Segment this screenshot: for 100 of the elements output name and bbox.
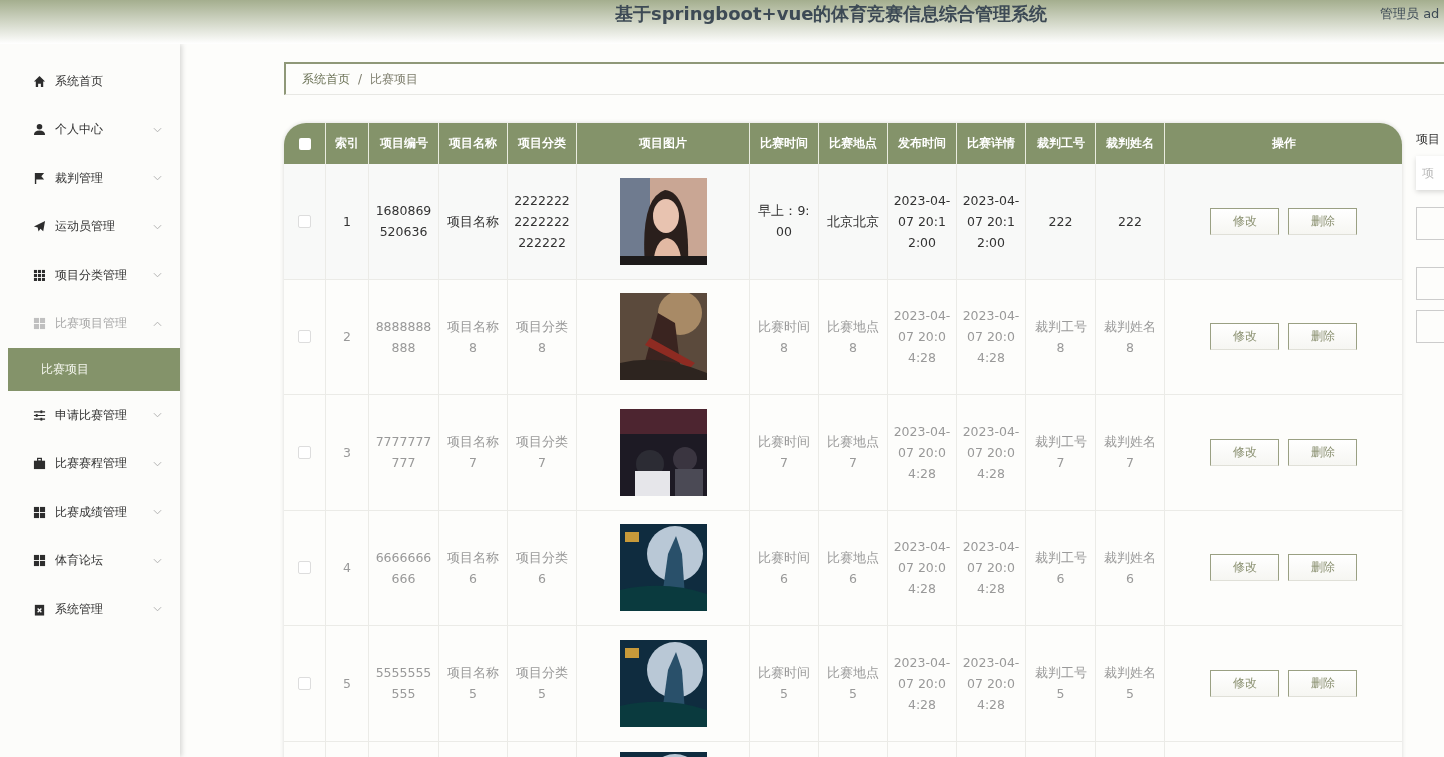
table-cell-text: 2023-04-07 20:12:00: [962, 191, 1020, 252]
chevron-icon: [153, 223, 162, 230]
row-checkbox[interactable]: [298, 330, 311, 344]
submenu-item[interactable]: 比赛项目: [8, 348, 180, 391]
table-cell-text: 6666666666: [374, 548, 433, 588]
table-cell-text: 项目名称7: [446, 433, 500, 473]
table-cell-text: 2023-04-07 20:04:28: [893, 653, 951, 714]
table-cell-text: 比赛时间8: [757, 317, 811, 357]
table-cell-text: 裁判工号5: [1033, 664, 1088, 704]
action-button[interactable]: 修改: [1210, 669, 1279, 697]
table-cell-text: 2023-04-07 20:04:28: [962, 422, 1020, 483]
action-button[interactable]: 修改: [1210, 438, 1279, 466]
table-cell-text: 4: [343, 559, 351, 578]
menu-item[interactable]: 系统首页: [0, 57, 180, 106]
table-cell-text: 1: [343, 212, 351, 231]
table-cell-text: 裁判姓名5: [1103, 664, 1157, 704]
action-button[interactable]: 删除: [1288, 323, 1357, 351]
table-cell-text: 项目分类8: [515, 317, 569, 357]
home-icon: [33, 74, 46, 88]
row-checkbox[interactable]: [298, 214, 311, 228]
menu-item[interactable]: 体育论坛: [0, 536, 180, 585]
grid-icon: [33, 505, 46, 519]
table-cell-text: 2023-04-07 20:04:28: [962, 538, 1020, 599]
table-cell-text: 裁判工号7: [1033, 433, 1088, 473]
action-button[interactable]: 修改: [1210, 554, 1279, 582]
flag-icon: [33, 171, 46, 185]
clipboard-icon: [33, 602, 46, 616]
app-title: 基于springboot+vue的体育竞赛信息综合管理系统: [615, 2, 1048, 26]
table-cell-text: 裁判姓名6: [1103, 548, 1157, 588]
briefcase-icon: [33, 457, 46, 471]
chevron-icon: [153, 606, 162, 613]
table-cell-text: 项目名称5: [446, 664, 500, 704]
row-checkbox[interactable]: [298, 445, 311, 459]
table-cell-text: 8888888888: [374, 317, 433, 357]
table-cell-text: 裁判工号8: [1033, 317, 1088, 357]
table-cell-text: 项目名称: [447, 212, 499, 231]
table-cell-text: 2023-04-07 20:04:28: [893, 538, 951, 599]
grid-icon: [33, 554, 46, 568]
table-cell-text: 早上：9:00: [757, 202, 811, 242]
chevron-icon: [153, 272, 162, 279]
chevron-icon: [153, 126, 162, 133]
table-cell-text: 222: [1118, 212, 1142, 231]
menu-item[interactable]: 比赛项目管理: [0, 299, 180, 348]
cut-off-button[interactable]: [1416, 267, 1444, 300]
chevron-icon: [153, 509, 162, 516]
table-cell-text: 比赛地点8: [826, 317, 880, 357]
chevron-icon: [153, 320, 162, 327]
table-cell-text: 7777777777: [374, 433, 433, 473]
table-cell-text: 比赛地点5: [826, 664, 880, 704]
search-field[interactable]: 项: [1416, 156, 1444, 190]
table-cell-text: 比赛地点6: [826, 548, 880, 588]
table-cell-text: 项目分类5: [515, 664, 569, 704]
select-all-checkbox[interactable]: [298, 137, 311, 150]
table-cell-text: 222: [1048, 212, 1073, 231]
table-cell-text: 2023-04-07 20:04:28: [962, 653, 1020, 714]
paper-plane-icon: [33, 220, 46, 234]
breadcrumb-link[interactable]: 比赛项目: [370, 70, 419, 88]
action-button[interactable]: 删除: [1288, 438, 1357, 466]
menu-item[interactable]: 比赛赛程管理: [0, 439, 180, 488]
breadcrumb-separator: /: [358, 72, 363, 86]
menu-item[interactable]: 运动员管理: [0, 202, 180, 251]
menu-item[interactable]: 项目分类管理: [0, 251, 180, 300]
table-cell-text: 项目名称6: [446, 548, 500, 588]
menu-item[interactable]: 系统管理: [0, 585, 180, 634]
table-cell-text: 项目分类7: [515, 433, 569, 473]
action-button[interactable]: 修改: [1210, 207, 1279, 235]
table-cell-text: 比赛时间5: [757, 664, 811, 704]
table-cell-text: 2023-04-07 20:12:00: [893, 191, 951, 252]
action-button[interactable]: 删除: [1288, 554, 1357, 582]
cut-off-button[interactable]: [1416, 207, 1444, 240]
menu-item[interactable]: 个人中心: [0, 105, 180, 154]
table-cell-text: 2: [343, 328, 351, 347]
menu-item[interactable]: 申请比赛管理: [0, 391, 180, 440]
cut-off-button[interactable]: [1416, 310, 1444, 343]
table-cell-text: 比赛地点7: [826, 433, 880, 473]
table-cell-text: 2023-04-07 20:04:28: [893, 307, 951, 368]
action-button[interactable]: 删除: [1288, 669, 1357, 697]
table-cell-text: 北京北京: [827, 212, 879, 231]
breadcrumb-link[interactable]: 系统首页: [302, 70, 350, 88]
menu-item[interactable]: 裁判管理: [0, 154, 180, 203]
chevron-icon: [153, 557, 162, 564]
table-cell-text: 裁判工号6: [1033, 548, 1088, 588]
action-button[interactable]: 修改: [1210, 323, 1279, 351]
chevron-icon: [153, 460, 162, 467]
grid-icon: [33, 317, 46, 331]
row-checkbox[interactable]: [298, 676, 311, 690]
grid-icon: [33, 268, 46, 282]
table-cell-text: 2023-04-07 20:04:28: [962, 307, 1020, 368]
table-cell-text: 1680869520636: [374, 202, 433, 242]
table-cell-text: 比赛时间7: [757, 433, 811, 473]
table-cell-text: 项目名称8: [446, 317, 500, 357]
field-label: 项目: [1416, 131, 1441, 148]
table-cell-text: 项目分类6: [515, 548, 569, 588]
row-checkbox[interactable]: [298, 561, 311, 575]
table-cell-text: 裁判姓名7: [1103, 433, 1157, 473]
action-button[interactable]: 删除: [1288, 207, 1357, 235]
table-cell-text: 22222222222222222222: [513, 191, 571, 252]
table-cell-text: 5555555555: [374, 664, 433, 704]
menu-item[interactable]: 比赛成绩管理: [0, 488, 180, 537]
sliders-icon: [33, 408, 46, 422]
